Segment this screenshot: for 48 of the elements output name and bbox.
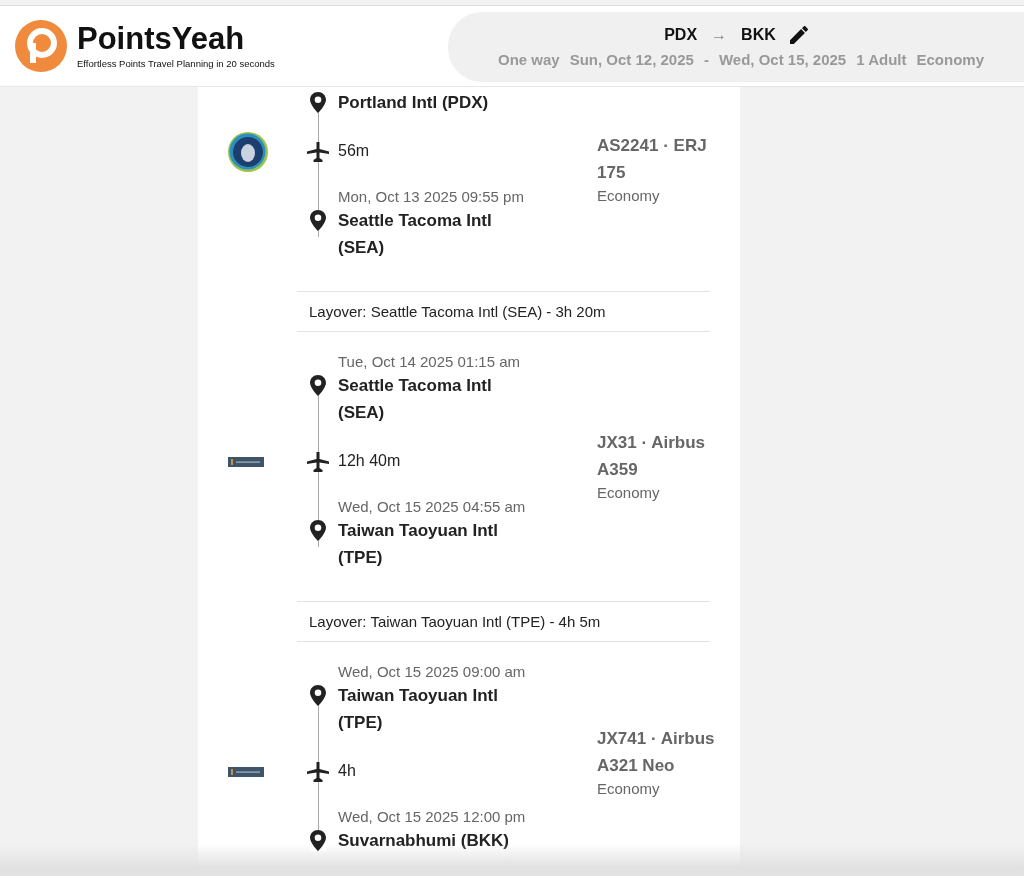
departure-airport: Taiwan Taoyuan Intl (TPE) bbox=[338, 685, 499, 734]
brand-tagline: Effortless Points Travel Planning in 20 seconds bbox=[77, 58, 275, 69]
departure-time: Tue, Oct 14 2025 01:15 am bbox=[338, 352, 522, 372]
route-arrow: → bbox=[711, 26, 728, 44]
location-pin-icon bbox=[310, 520, 326, 541]
location-pin-icon bbox=[310, 375, 326, 396]
location-pin-icon bbox=[310, 92, 326, 113]
airplane-icon bbox=[307, 761, 329, 782]
logo-icon bbox=[15, 20, 67, 72]
flight-number: JX741 · Airbus A321 Neo bbox=[597, 728, 716, 777]
airplane-icon bbox=[307, 141, 329, 162]
location-pin-icon bbox=[310, 210, 326, 231]
trip-detail: Sun, Oct 12, 2025 bbox=[569, 51, 694, 68]
arrival-time: Mon, Oct 13 2025 09:55 pm bbox=[338, 187, 525, 207]
cabin-class: Economy bbox=[597, 482, 661, 503]
trip-detail: - bbox=[703, 51, 709, 68]
trip-detail: 1 Adult bbox=[856, 51, 907, 68]
layover-info: Layover: Seattle Tacoma Intl (SEA) - 3h 20m bbox=[309, 302, 607, 322]
cabin-class: Economy bbox=[597, 186, 661, 206]
departure-airport: Seattle Tacoma Intl (SEA) bbox=[338, 375, 493, 424]
arrival-airport: Seattle Tacoma Intl (SEA) bbox=[338, 210, 493, 259]
arrival-time: Wed, Oct 15 2025 12:00 pm bbox=[338, 807, 527, 827]
arrival-airport: Suvarnabhumi (BKK) bbox=[338, 830, 510, 852]
location-pin-icon bbox=[310, 685, 326, 706]
trip-detail: Wed, Oct 15, 2025 bbox=[718, 51, 847, 68]
destination-code: BKK bbox=[741, 26, 776, 44]
flight-number: JX31 · Airbus A359 bbox=[597, 431, 707, 481]
location-pin-icon bbox=[310, 830, 326, 851]
edit-icon[interactable] bbox=[789, 26, 808, 44]
flight-duration: 4h bbox=[338, 761, 357, 781]
airline-logo bbox=[228, 131, 268, 172]
trip-detail: One way bbox=[497, 51, 560, 68]
arrival-time: Wed, Oct 15 2025 04:55 am bbox=[338, 497, 527, 517]
trip-detail: Economy bbox=[916, 51, 984, 68]
airplane-icon bbox=[307, 451, 329, 472]
flight-number: AS2241 · ERJ 175 bbox=[597, 135, 708, 184]
arrival-airport: Taiwan Taoyuan Intl (TPE) bbox=[338, 520, 499, 569]
flight-duration: 12h 40m bbox=[338, 451, 402, 471]
brand-name: PointsYeah bbox=[77, 23, 246, 54]
airline-logo bbox=[228, 456, 264, 467]
origin-code: PDX bbox=[664, 26, 698, 44]
cabin-class: Economy bbox=[597, 779, 661, 799]
departure-airport: Portland Intl (PDX) bbox=[338, 92, 490, 114]
airline-logo bbox=[228, 766, 264, 777]
layover-info: Layover: Taiwan Taoyuan Intl (TPE) - 4h 5m bbox=[309, 612, 602, 632]
departure-time: Wed, Oct 15 2025 09:00 am bbox=[338, 662, 527, 682]
flight-duration: 56m bbox=[338, 141, 371, 161]
search-summary[interactable]: PDX → BKK One way Sun, Oct 12, 2025 - Wed, Oct 15, 2025 1 Adult Economy bbox=[447, 12, 1024, 82]
